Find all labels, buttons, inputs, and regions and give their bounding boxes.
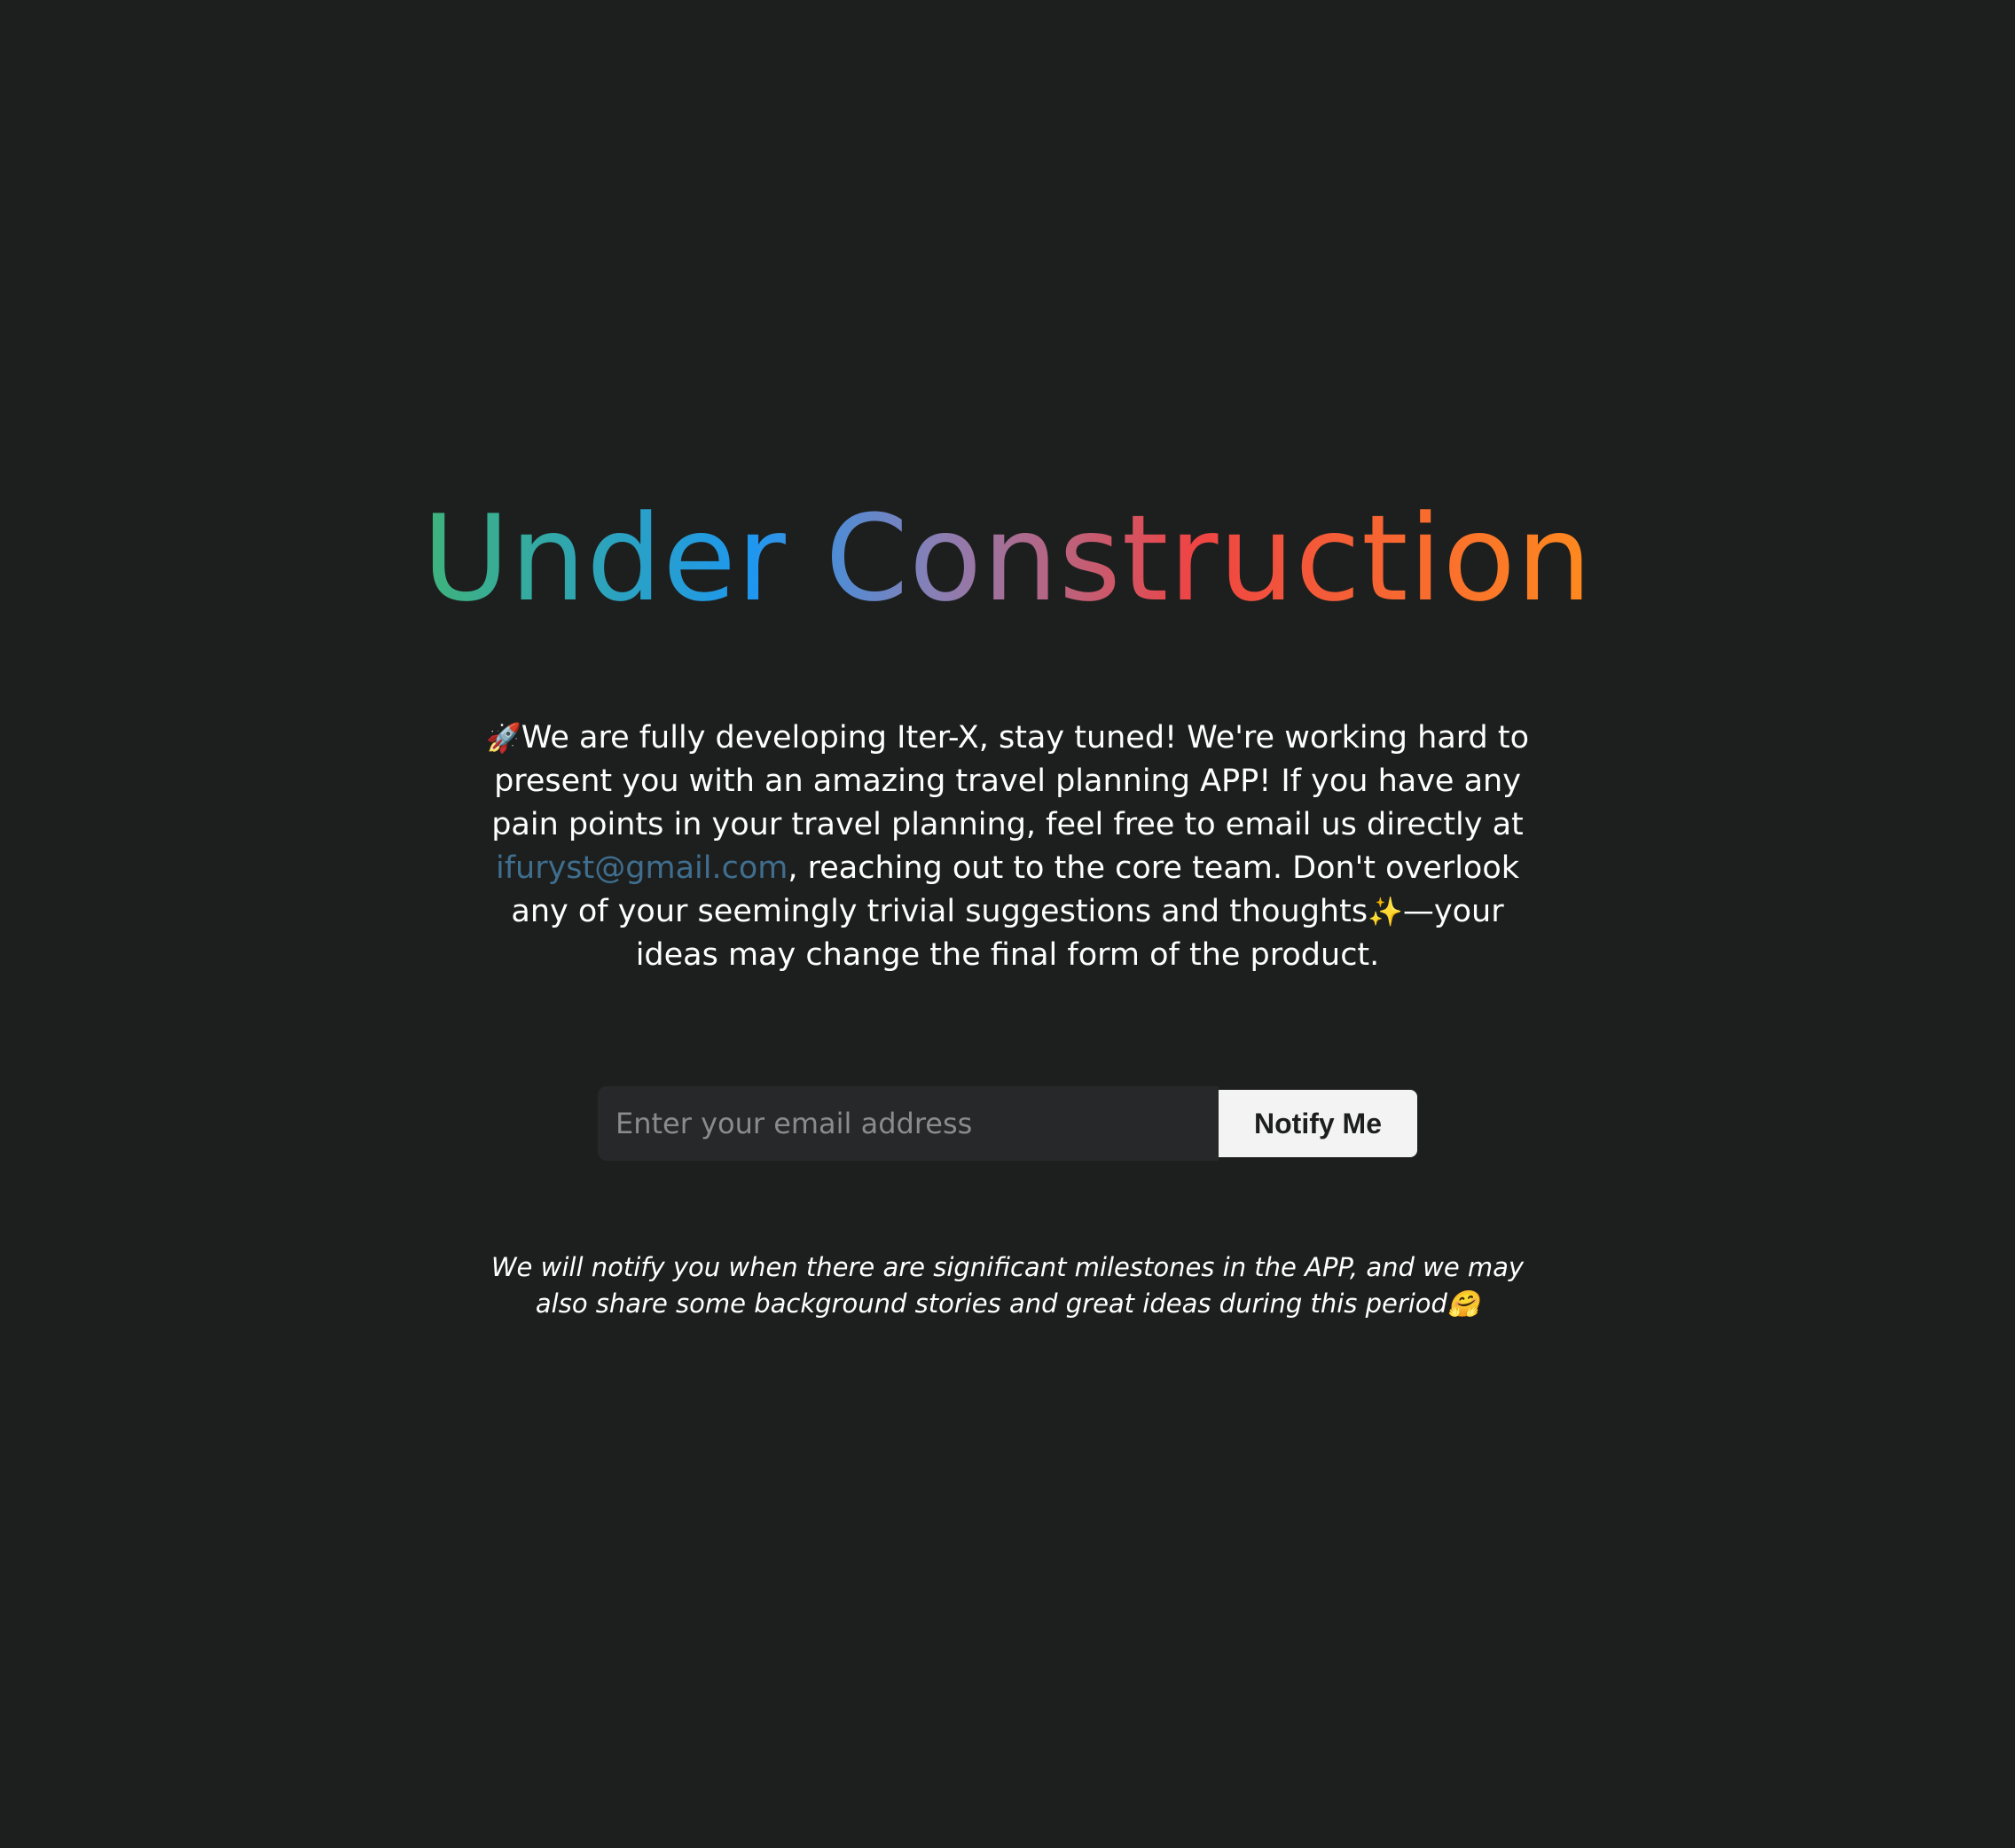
rocket-icon: 🚀: [485, 721, 521, 755]
notification-note: We will notify you when there are signif…: [470, 1249, 1545, 1322]
sparkles-icon: ✨: [1368, 895, 1403, 928]
email-input[interactable]: [598, 1086, 1219, 1161]
intro-paragraph: 🚀We are fully developing Iter-X, stay tu…: [470, 716, 1545, 977]
hugging-face-icon: 🤗: [1447, 1288, 1480, 1319]
notify-me-button[interactable]: Notify Me: [1219, 1090, 1417, 1157]
contact-email-link[interactable]: ifuryst@gmail.com: [496, 850, 788, 886]
page-title: Under Construction: [0, 492, 2015, 625]
notification-note-text: We will notify you when there are signif…: [490, 1252, 1525, 1319]
intro-text-start: We are fully developing Iter-X, stay tun…: [491, 720, 1530, 842]
notify-form: Notify Me: [598, 1086, 1417, 1161]
page-title-text: Under Construction: [422, 489, 1593, 628]
under-construction-page: Under Construction 🚀We are fully develop…: [0, 0, 2015, 1848]
